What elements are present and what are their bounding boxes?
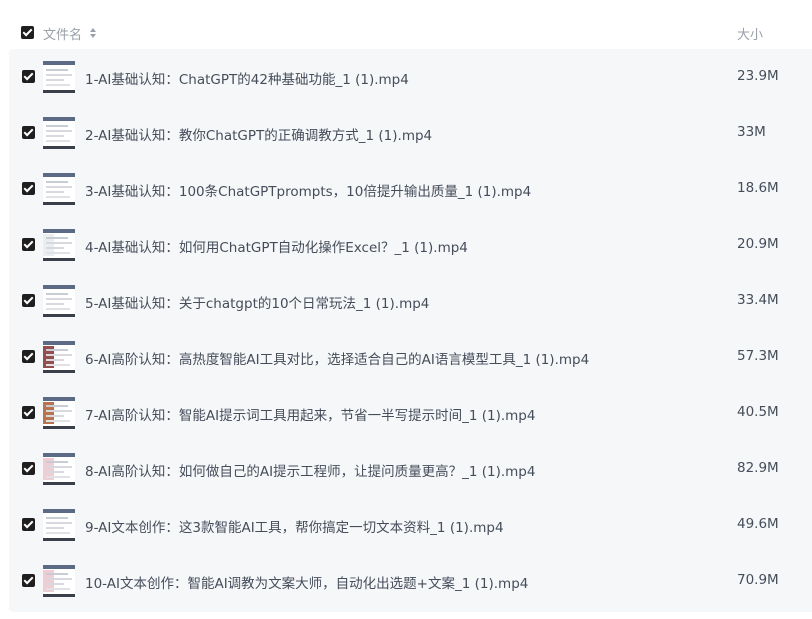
- file-row[interactable]: 1-AI基础认知：ChatGPT的42种基础功能_1 (1).mp4 23.9M: [9, 49, 812, 105]
- file-row[interactable]: 3-AI基础认知：100条ChatGPTprompts，10倍提升输出质量_1 …: [9, 161, 812, 217]
- row-checkbox[interactable]: [22, 238, 35, 251]
- file-size: 33.4M: [737, 292, 779, 308]
- file-name[interactable]: 3-AI基础认知：100条ChatGPTprompts，10倍提升输出质量_1 …: [85, 180, 531, 200]
- file-size: 33M: [737, 124, 766, 140]
- row-checkbox[interactable]: [22, 574, 35, 587]
- file-size: 70.9M: [737, 572, 779, 588]
- row-checkbox[interactable]: [22, 294, 35, 307]
- file-size: 49.6M: [737, 516, 779, 532]
- file-name[interactable]: 1-AI基础认知：ChatGPT的42种基础功能_1 (1).mp4: [85, 68, 409, 88]
- file-size: 40.5M: [737, 404, 779, 420]
- file-row[interactable]: 6-AI高阶认知：高热度智能AI工具对比，选择适合自己的AI语言模型工具_1 (…: [9, 329, 812, 385]
- file-list-page: 文件名 大小 1-AI基础认知：ChatGPT的42种基础功能_1 (1).mp…: [0, 0, 812, 619]
- file-name[interactable]: 10-AI文本创作：智能AI调教为文案大师，自动化出选题+文案_1 (1).mp…: [85, 572, 528, 592]
- file-name[interactable]: 5-AI基础认知：关于chatgpt的10个日常玩法_1 (1).mp4: [85, 292, 429, 312]
- file-name[interactable]: 9-AI文本创作：这3款智能AI工具，帮你搞定一切文本资料_1 (1).mp4: [85, 516, 504, 536]
- row-checkbox[interactable]: [22, 182, 35, 195]
- file-size: 18.6M: [737, 180, 779, 196]
- sort-icon[interactable]: [89, 26, 97, 40]
- video-thumbnail-icon: [43, 61, 75, 93]
- file-row[interactable]: 9-AI文本创作：这3款智能AI工具，帮你搞定一切文本资料_1 (1).mp4 …: [9, 497, 812, 553]
- file-row[interactable]: 10-AI文本创作：智能AI调教为文案大师，自动化出选题+文案_1 (1).mp…: [9, 553, 812, 609]
- video-thumbnail-icon: [43, 453, 75, 485]
- file-size: 82.9M: [737, 460, 779, 476]
- file-name[interactable]: 4-AI基础认知：如何用ChatGPT自动化操作Excel？_1 (1).mp4: [85, 236, 468, 256]
- video-thumbnail-icon: [43, 509, 75, 541]
- row-checkbox[interactable]: [22, 462, 35, 475]
- file-row[interactable]: 5-AI基础认知：关于chatgpt的10个日常玩法_1 (1).mp4 33.…: [9, 273, 812, 329]
- file-row[interactable]: 4-AI基础认知：如何用ChatGPT自动化操作Excel？_1 (1).mp4…: [9, 217, 812, 273]
- row-checkbox[interactable]: [22, 406, 35, 419]
- size-column-header[interactable]: 大小: [737, 24, 763, 43]
- file-name[interactable]: 7-AI高阶认知：智能AI提示词工具用起来，节省一半写提示时间_1 (1).mp…: [85, 404, 535, 424]
- video-thumbnail-icon: [43, 285, 75, 317]
- row-checkbox[interactable]: [22, 518, 35, 531]
- video-thumbnail-icon: [43, 229, 75, 261]
- row-checkbox[interactable]: [22, 70, 35, 83]
- file-size: 20.9M: [737, 236, 779, 252]
- name-column-header[interactable]: 文件名: [43, 24, 82, 43]
- video-thumbnail-icon: [43, 173, 75, 205]
- file-list: 1-AI基础认知：ChatGPT的42种基础功能_1 (1).mp4 23.9M…: [9, 49, 812, 612]
- select-all-checkbox[interactable]: [21, 26, 34, 39]
- file-size: 23.9M: [737, 68, 779, 84]
- row-checkbox[interactable]: [22, 350, 35, 363]
- file-row[interactable]: 7-AI高阶认知：智能AI提示词工具用起来，节省一半写提示时间_1 (1).mp…: [9, 385, 812, 441]
- file-size: 57.3M: [737, 348, 779, 364]
- list-header: 文件名 大小: [0, 20, 812, 46]
- file-name[interactable]: 6-AI高阶认知：高热度智能AI工具对比，选择适合自己的AI语言模型工具_1 (…: [85, 348, 589, 368]
- file-name[interactable]: 8-AI高阶认知：如何做自己的AI提示工程师，让提问质量更高？_1 (1).mp…: [85, 460, 535, 480]
- video-thumbnail-icon: [43, 341, 75, 373]
- video-thumbnail-icon: [43, 397, 75, 429]
- row-checkbox[interactable]: [22, 126, 35, 139]
- file-row[interactable]: 8-AI高阶认知：如何做自己的AI提示工程师，让提问质量更高？_1 (1).mp…: [9, 441, 812, 497]
- video-thumbnail-icon: [43, 117, 75, 149]
- file-row[interactable]: 2-AI基础认知：教你ChatGPT的正确调教方式_1 (1).mp4 33M: [9, 105, 812, 161]
- video-thumbnail-icon: [43, 565, 75, 597]
- file-name[interactable]: 2-AI基础认知：教你ChatGPT的正确调教方式_1 (1).mp4: [85, 124, 432, 144]
